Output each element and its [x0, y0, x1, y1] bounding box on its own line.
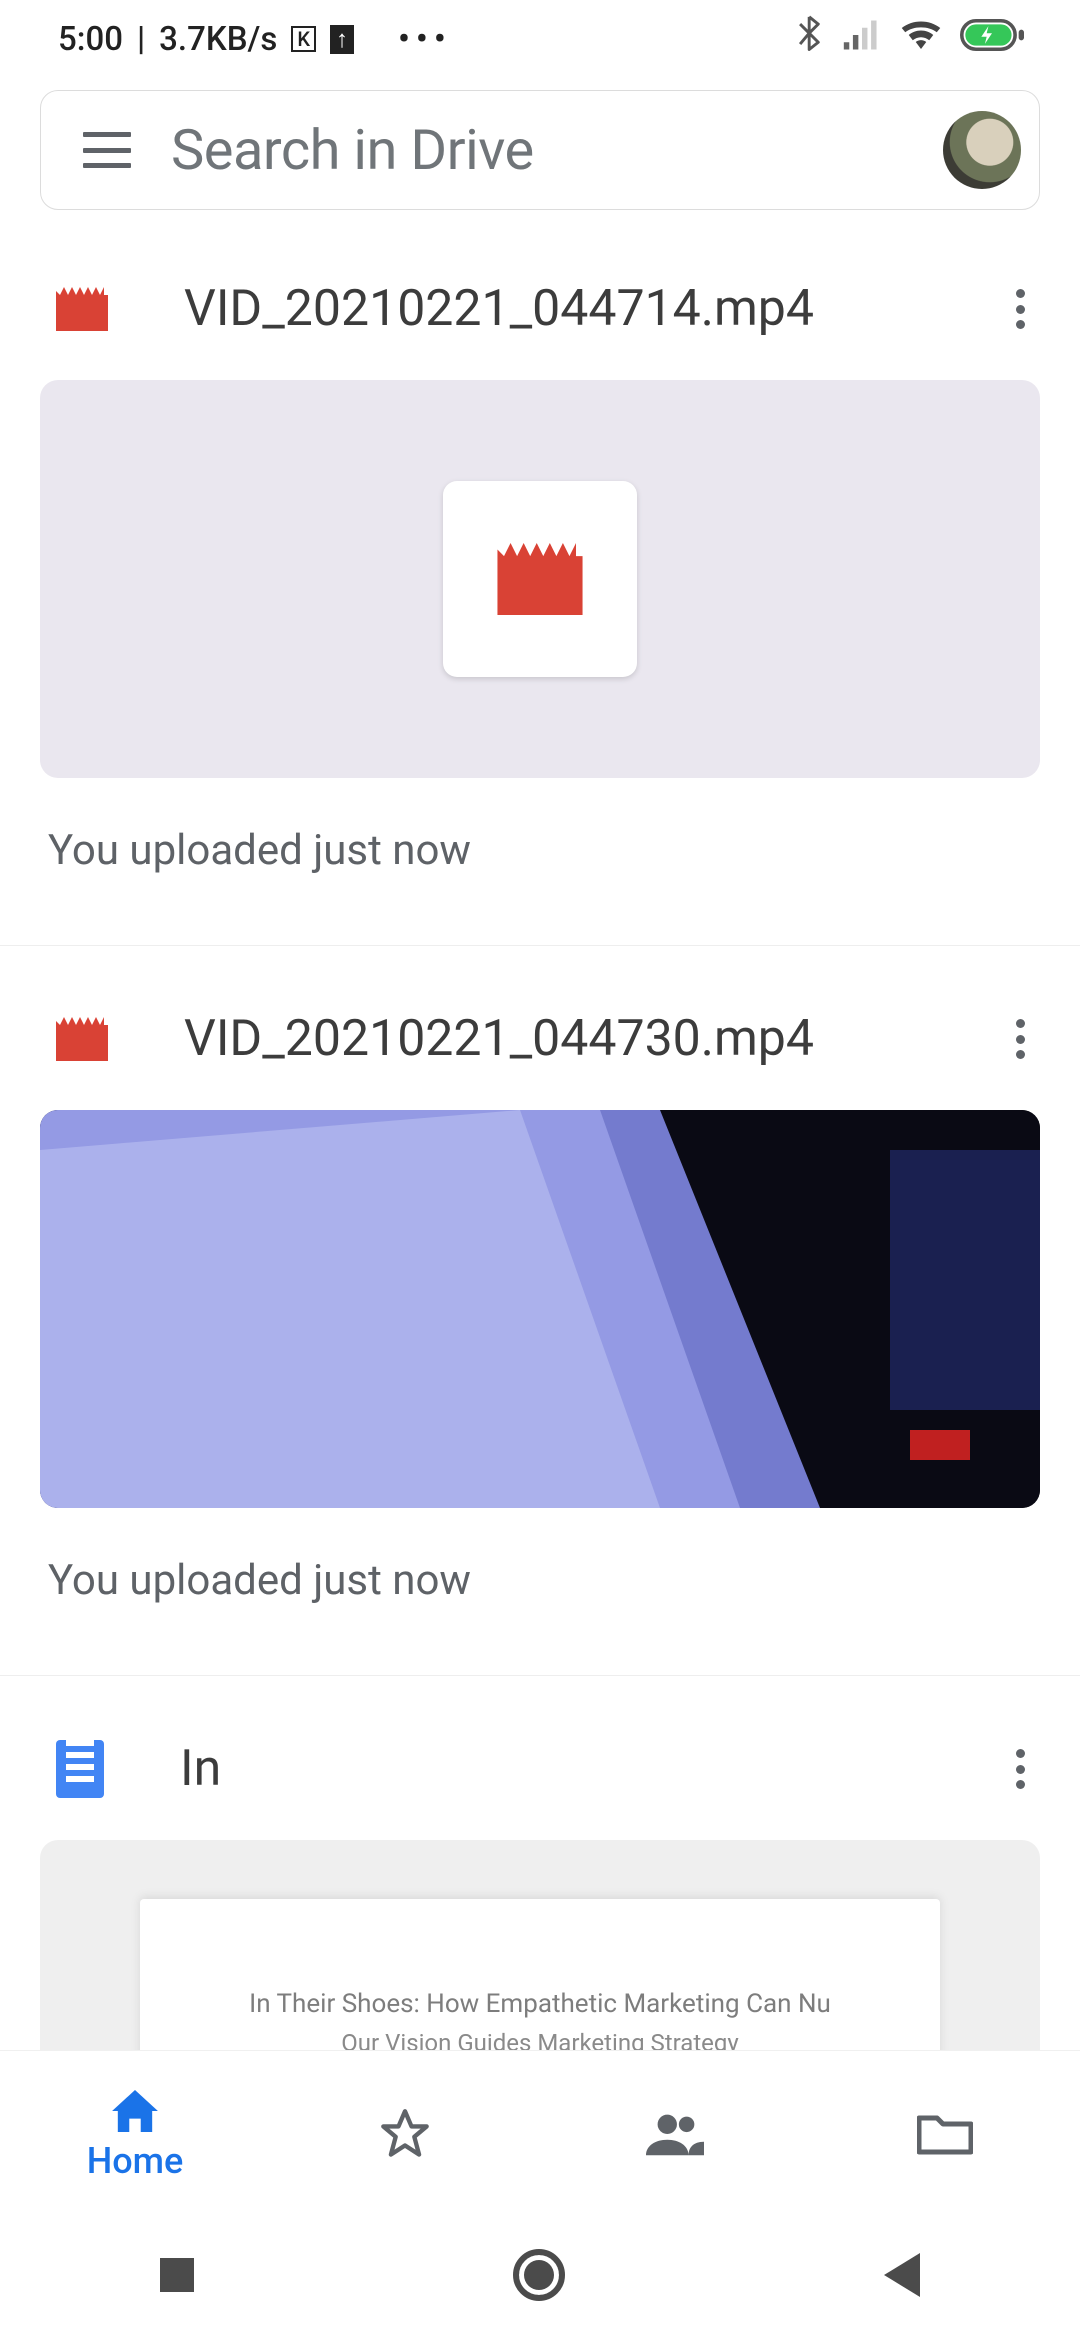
upload-icon: ↑: [330, 25, 354, 54]
circle-icon: [513, 2249, 565, 2301]
star-icon: [379, 2109, 431, 2163]
back-button[interactable]: [884, 2253, 920, 2297]
nav-starred[interactable]: [270, 2109, 540, 2163]
hamburger-menu-icon[interactable]: [83, 132, 131, 168]
search-bar[interactable]: Search in Drive: [40, 90, 1040, 210]
search-placeholder[interactable]: Search in Drive: [171, 117, 903, 183]
file-header: In: [40, 1728, 1040, 1840]
file-header: VID_20210221_044714.mp4: [40, 268, 1040, 380]
nav-home-label: Home: [87, 2140, 184, 2182]
doc-file-icon: [56, 1740, 104, 1798]
bluetooth-icon: [798, 15, 824, 64]
file-item[interactable]: VID_20210221_044714.mp4 You uploaded jus…: [0, 268, 1080, 946]
signal-icon: [842, 18, 882, 61]
nav-files[interactable]: [810, 2112, 1080, 2160]
doc-page-preview: In Their Shoes: How Empathetic Marketing…: [140, 1899, 940, 2050]
file-thumbnail-placeholder[interactable]: [40, 380, 1040, 778]
status-right: [798, 15, 1024, 64]
file-list: VID_20210221_044714.mp4 You uploaded jus…: [0, 220, 1080, 2050]
file-more-icon[interactable]: [1000, 285, 1040, 333]
status-left: 5:00 | 3.7KB/s K ↑ •••: [58, 19, 452, 59]
folder-icon: [917, 2112, 973, 2160]
recents-button[interactable]: [160, 2258, 194, 2292]
file-name: VID_20210221_044730.mp4: [184, 1010, 924, 1068]
file-item[interactable]: VID_20210221_044730.mp4 You uploaded jus…: [0, 998, 1080, 1676]
battery-charging-icon: [960, 18, 1024, 61]
profile-avatar[interactable]: [943, 111, 1021, 189]
android-status-bar: 5:00 | 3.7KB/s K ↑ •••: [0, 0, 1080, 78]
file-header: VID_20210221_044730.mp4: [40, 998, 1040, 1110]
doc-preview-line: In Their Shoes: How Empathetic Marketing…: [200, 1989, 880, 2015]
status-netspeed: 3.7KB/s: [159, 20, 277, 59]
people-icon: [646, 2112, 704, 2160]
android-nav-bar: [0, 2210, 1080, 2340]
file-list-viewport[interactable]: VID_20210221_044714.mp4 You uploaded jus…: [0, 220, 1080, 2050]
file-name: In: [180, 1740, 924, 1798]
home-icon: [112, 2090, 158, 2132]
search-bar-container: Search in Drive: [0, 78, 1080, 210]
video-file-icon: [56, 287, 108, 331]
dots-icon: •••: [398, 19, 452, 59]
doc-preview-line: Our Vision Guides Marketing Strategy: [200, 2029, 880, 2050]
file-name: VID_20210221_044714.mp4: [184, 280, 924, 338]
file-item[interactable]: In In Their Shoes: How Empathetic Market…: [0, 1728, 1080, 2050]
status-sep: |: [137, 20, 145, 59]
square-icon: [160, 2258, 194, 2292]
wifi-icon: [900, 18, 942, 61]
k-box-icon: K: [291, 26, 316, 52]
nav-home[interactable]: Home: [0, 2090, 270, 2182]
status-time: 5:00: [58, 20, 123, 59]
file-status: You uploaded just now: [40, 1508, 1040, 1605]
bottom-navigation: Home: [0, 2050, 1080, 2210]
thumbnail-inner: [443, 481, 637, 677]
nav-shared[interactable]: [540, 2112, 810, 2160]
home-button[interactable]: [513, 2249, 565, 2301]
video-file-icon: [496, 543, 584, 615]
video-file-icon: [56, 1017, 108, 1061]
file-thumbnail-preview[interactable]: [40, 1110, 1040, 1508]
triangle-icon: [884, 2253, 920, 2297]
file-more-icon[interactable]: [1000, 1015, 1040, 1063]
file-thumbnail-doc[interactable]: In Their Shoes: How Empathetic Marketing…: [40, 1840, 1040, 2050]
file-status: You uploaded just now: [40, 778, 1040, 875]
file-more-icon[interactable]: [1000, 1745, 1040, 1793]
